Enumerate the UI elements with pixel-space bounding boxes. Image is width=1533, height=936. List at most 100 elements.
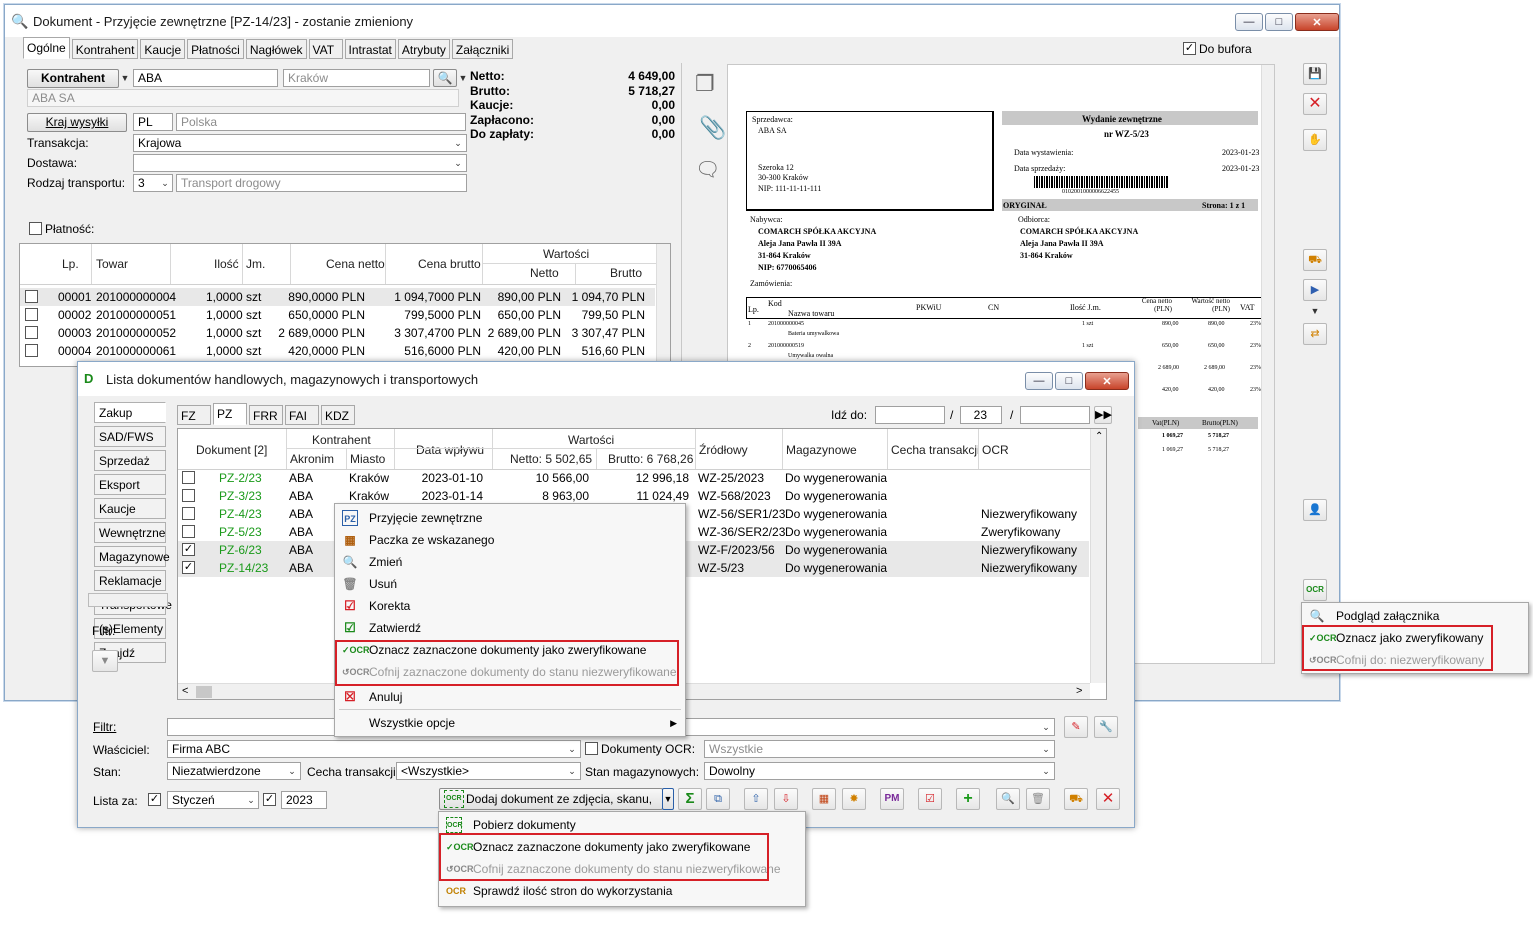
comment-icon[interactable]: 🗨 — [695, 157, 720, 182]
kraj-code-input[interactable]: PL — [133, 113, 173, 131]
tab-atrybuty[interactable]: Atrybuty — [397, 39, 450, 59]
row-checkbox[interactable] — [25, 290, 38, 303]
items-scrollbar[interactable] — [656, 244, 670, 366]
kontrahent-search-button[interactable]: 🔍 — [433, 69, 457, 87]
idz-do-date-input[interactable] — [875, 406, 945, 424]
idz-do-select[interactable] — [1020, 406, 1090, 424]
kraj-wysylki-button[interactable]: Kraj wysyłki — [27, 113, 127, 132]
side-tab-sad[interactable]: SAD/FWS — [94, 426, 166, 447]
columns-icon[interactable]: ▦ — [812, 788, 836, 810]
build-filter-icon[interactable]: 🔧 — [1094, 716, 1118, 738]
copy-icon[interactable]: ❐ — [695, 71, 715, 97]
close-button[interactable]: ✕ — [1085, 372, 1129, 390]
kontrahent-button[interactable]: Kontrahent — [27, 69, 119, 88]
menu-item-podglad[interactable]: 🔍 Podgląd załącznika — [1302, 605, 1528, 627]
table-row[interactable]: 00003 201000000052 1,0000 szt 2 689,0000… — [20, 324, 655, 342]
row-checkbox[interactable] — [182, 489, 195, 502]
save-icon[interactable]: 💾 — [1303, 63, 1327, 85]
side-tab-zakup[interactable]: Zakup — [94, 402, 166, 423]
preview-scrollbar[interactable] — [1261, 65, 1274, 663]
transakcja-select[interactable]: Krajowa — [133, 134, 467, 152]
search-dropdown[interactable]: ▼ — [455, 70, 471, 86]
tab-fz[interactable]: FZ — [177, 405, 211, 425]
transfer-icon[interactable]: ⇄ — [1303, 323, 1327, 345]
menu-item-zatwierdz[interactable]: ☑ Zatwierdź — [335, 617, 685, 639]
truck-icon[interactable]: ⛟ — [1303, 249, 1327, 271]
side-scrollbar[interactable] — [88, 593, 168, 607]
import-icon[interactable]: ⇩ — [774, 788, 798, 810]
chevron-down-icon[interactable]: ▼ — [1307, 303, 1323, 319]
menu-item-anuluj[interactable]: ☒ Anuluj — [335, 686, 685, 708]
table-row[interactable]: 00002 201000000051 1,0000 szt 650,0000 P… — [20, 306, 655, 324]
clear-filter-icon[interactable]: ✎ — [1064, 716, 1088, 738]
wlasciciel-select[interactable]: Firma ABC — [167, 740, 581, 758]
export-icon[interactable]: ⧉ — [706, 788, 730, 810]
list-vscrollbar[interactable]: ⌃ — [1090, 429, 1106, 683]
kontrahent-city-input[interactable]: Kraków — [283, 69, 430, 87]
menu-item-przyjecie[interactable]: PZ Przyjęcie zewnętrzne — [335, 507, 685, 529]
kontrahent-dropdown[interactable]: ▼ — [117, 70, 133, 86]
dodaj-ocr-dropdown[interactable]: ▼ — [662, 788, 674, 810]
dodaj-ocr-button[interactable]: OCRDodaj dokument ze zdjęcia, skanu, PDF — [439, 788, 663, 826]
table-row[interactable]: 00004 201000000061 1,0000 szt 420,0000 P… — [20, 342, 655, 360]
side-tab-wewnetrzne[interactable]: Wewnętrzne — [94, 522, 166, 543]
minimize-button[interactable]: — — [1025, 372, 1053, 390]
tab-pz[interactable]: PZ — [213, 403, 247, 425]
tab-vat[interactable]: VAT — [308, 39, 343, 59]
dokumenty-ocr-select[interactable]: Wszystkie — [704, 740, 1055, 758]
tab-ogolne[interactable]: Ogólne — [23, 37, 70, 59]
tab-intrastat[interactable]: Intrastat — [344, 39, 396, 59]
stan-mag-select[interactable]: Dowolny — [704, 762, 1055, 780]
cecha-select[interactable]: <Wszystkie> — [396, 762, 581, 780]
kontrahent-code-input[interactable]: ABA — [133, 69, 278, 87]
tab-kontrahent[interactable]: Kontrahent — [71, 39, 139, 59]
minimize-button[interactable]: — — [1235, 13, 1263, 31]
row-checkbox[interactable] — [25, 344, 38, 357]
rok-input[interactable]: 2023 — [281, 791, 327, 809]
row-checkbox[interactable] — [25, 308, 38, 321]
row-checkbox[interactable] — [182, 525, 195, 538]
lista-za-month-checkbox[interactable]: ✓ — [148, 793, 161, 806]
side-tab-reklamacje[interactable]: Reklamacje — [94, 570, 166, 591]
menu-item-wszystkie-opcje[interactable]: Wszystkie opcje ▶ — [335, 712, 685, 734]
row-checkbox[interactable]: ✓ — [182, 561, 195, 574]
table-row[interactable]: 00001 201000000004 1,0000 szt 890,0000 P… — [20, 288, 655, 306]
stan-select[interactable]: Niezatwierdzone — [167, 762, 301, 780]
tab-kaucje[interactable]: Kaucje — [140, 39, 186, 59]
platnosc-checkbox[interactable] — [29, 222, 42, 235]
menu-item-zmien[interactable]: 🔍 Zmień — [335, 551, 685, 573]
menu-item-korekta[interactable]: ☑ Korekta — [335, 595, 685, 617]
hand-icon[interactable]: ✋ — [1303, 129, 1327, 151]
menu-item-sprawdz[interactable]: OCR Sprawdź ilość stron do wykorzystania — [439, 880, 805, 902]
trash-icon[interactable]: 🗑 — [1026, 788, 1050, 810]
sum-icon[interactable]: Σ — [678, 788, 702, 810]
approve-icon[interactable]: ☑ — [918, 788, 942, 810]
tab-platnosci[interactable]: Płatności — [187, 39, 244, 59]
tab-zalaczniki[interactable]: Załączniki — [451, 39, 514, 59]
tab-kdz[interactable]: KDZ — [321, 405, 355, 425]
go-button[interactable]: ▶▶ — [1094, 406, 1112, 424]
table-row[interactable]: PZ-2/23 ABA Kraków 2023-01-10 10 566,00 12 99… — [178, 469, 1089, 487]
tab-fai[interactable]: FAI — [285, 405, 319, 425]
do-bufora-checkbox[interactable]: ✓ — [1183, 42, 1196, 55]
row-checkbox[interactable] — [182, 471, 195, 484]
row-checkbox[interactable] — [25, 326, 38, 339]
maximize-button[interactable]: □ — [1055, 372, 1083, 390]
lista-za-year-checkbox[interactable]: ✓ — [263, 793, 276, 806]
upload-icon[interactable]: ⇧ — [744, 788, 768, 810]
search-icon[interactable]: 🔍 — [996, 788, 1020, 810]
side-tab-kaucje[interactable]: Kaucje — [94, 498, 166, 519]
user-icon[interactable]: 👤 — [1303, 499, 1327, 521]
truck-icon[interactable]: ⛟ — [1064, 788, 1088, 810]
side-tab-magazynowe[interactable]: Magazynowe — [94, 546, 170, 567]
pm-icon[interactable]: PM — [880, 788, 904, 810]
cancel-icon[interactable]: ✕ — [1303, 93, 1327, 115]
add-icon[interactable]: + — [956, 788, 980, 810]
magic-icon[interactable]: ✸ — [842, 788, 866, 810]
row-checkbox[interactable]: ✓ — [182, 543, 195, 556]
close-button[interactable]: ✕ — [1295, 13, 1339, 31]
row-checkbox[interactable] — [182, 507, 195, 520]
tab-naglowek[interactable]: Nagłówek — [245, 39, 307, 59]
filter-icon[interactable]: ▼ — [92, 650, 118, 672]
side-tab-eksport[interactable]: Eksport — [94, 474, 166, 495]
